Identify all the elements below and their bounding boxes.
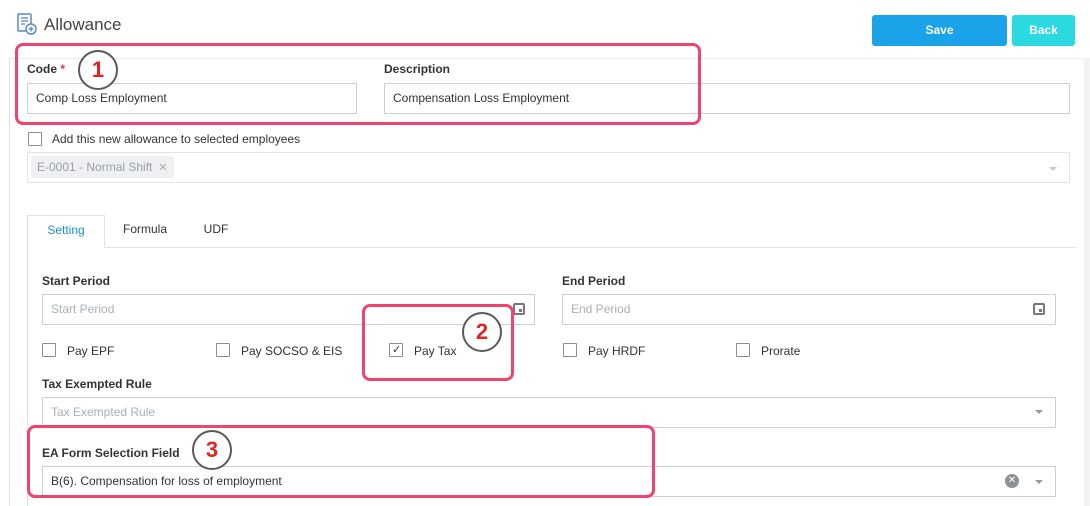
tab-setting[interactable]: Setting — [27, 215, 105, 248]
remove-tag-icon[interactable]: ✕ — [158, 162, 167, 174]
end-period-calendar-icon[interactable] — [1033, 303, 1045, 315]
end-period-label: End Period — [562, 274, 626, 288]
tax-exempted-label: Tax Exempted Rule — [42, 377, 152, 391]
allowance-icon — [17, 13, 37, 35]
callout-number-2: 2 — [462, 312, 502, 352]
start-period-label: Start Period — [42, 274, 111, 288]
employee-multiselect[interactable] — [27, 152, 1070, 183]
end-period-input[interactable]: End Period — [562, 294, 1056, 325]
page-title: Allowance — [44, 15, 122, 34]
pay-socso-eis-checkbox[interactable] — [216, 343, 230, 357]
tax-exempted-select[interactable]: Tax Exempted Rule — [42, 397, 1056, 428]
pay-hrdf-checkbox[interactable] — [563, 343, 577, 357]
selected-employee-tag-label: E-0001 - Normal Shift — [37, 160, 153, 174]
ea-form-caret-icon[interactable] — [1035, 480, 1043, 484]
prorate-label: Prorate — [761, 344, 801, 358]
pay-hrdf-label: Pay HRDF — [588, 344, 646, 358]
callout-number-3: 3 — [192, 430, 232, 470]
back-button[interactable]: Back — [1012, 15, 1075, 46]
add-to-employees-label: Add this new allowance to selected emplo… — [52, 132, 301, 146]
highlight-box-1 — [15, 43, 701, 125]
tab-formula[interactable]: Formula — [114, 215, 176, 248]
prorate-checkbox[interactable] — [736, 343, 750, 357]
pay-epf-label: Pay EPF — [67, 344, 115, 358]
callout-number-1: 1 — [78, 50, 118, 90]
pay-socso-eis-label: Pay SOCSO & EIS — [241, 344, 343, 358]
pay-epf-checkbox[interactable] — [42, 343, 56, 357]
start-period-calendar-icon[interactable] — [513, 303, 525, 315]
tab-udf[interactable]: UDF — [190, 215, 242, 248]
selected-employee-tag: E-0001 - Normal Shift ✕ — [31, 156, 174, 178]
tax-exempted-caret-icon[interactable] — [1035, 410, 1043, 414]
employee-dropdown-caret-icon[interactable] — [1049, 167, 1057, 171]
clear-selection-icon[interactable]: ✕ — [1005, 474, 1019, 488]
highlight-box-3 — [27, 425, 655, 498]
scrollbar[interactable] — [1084, 58, 1090, 506]
save-button[interactable]: Save — [872, 15, 1007, 46]
add-to-employees-checkbox[interactable] — [28, 132, 42, 146]
